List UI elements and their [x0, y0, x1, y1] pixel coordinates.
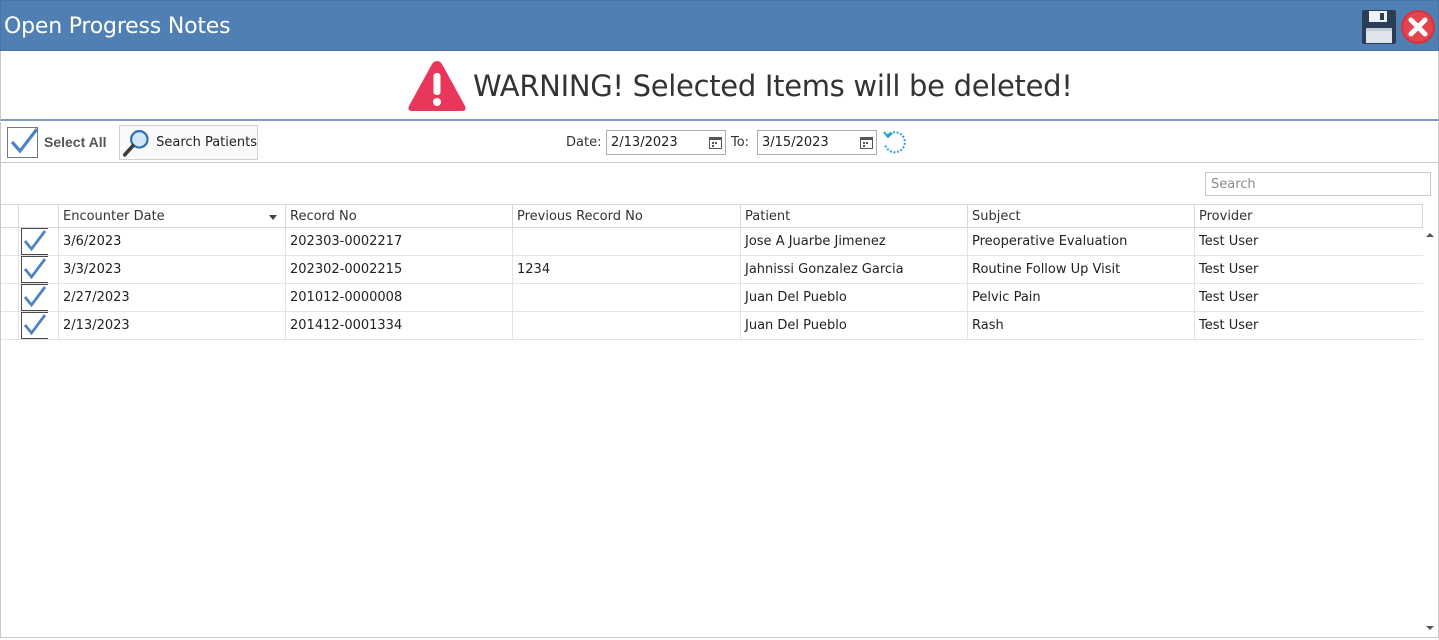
row-checkbox-cell — [19, 256, 59, 283]
cell-encounter-date: 3/6/2023 — [59, 228, 286, 255]
header-indicator-cell — [1, 205, 19, 228]
checkbox-checked-icon[interactable] — [20, 228, 48, 255]
cell-previous-record-no — [513, 228, 741, 255]
refresh-icon[interactable] — [881, 129, 909, 157]
cell-provider: Test User — [1199, 234, 1259, 249]
row-checkbox-cell — [19, 228, 59, 255]
row-indicator — [1, 312, 19, 339]
row-indicator — [1, 256, 19, 283]
title-bar: Open Progress Notes — [0, 0, 1439, 51]
row-checkbox-cell — [19, 284, 59, 311]
date-from-value: 2/13/2023 — [611, 135, 678, 150]
column-header-record-no[interactable]: Record No — [286, 205, 513, 228]
select-all-button[interactable]: Select All — [6, 125, 107, 159]
warning-banner: WARNING! Selected Items will be deleted! — [0, 51, 1439, 121]
warning-text: WARNING! Selected Items will be deleted! — [473, 69, 1073, 103]
cell-subject: Preoperative Evaluation — [968, 228, 1195, 255]
column-header-label: Record No — [290, 209, 357, 224]
column-header-provider[interactable]: Provider — [1195, 205, 1423, 228]
floppy-disk-icon[interactable] — [1361, 9, 1397, 45]
checkbox-checked-icon[interactable] — [20, 312, 48, 339]
checkbox-checked-icon — [7, 127, 39, 158]
row-indicator — [1, 284, 19, 311]
cell-subject: Routine Follow Up Visit — [968, 256, 1195, 283]
checkbox-checked-icon[interactable] — [20, 256, 48, 283]
vertical-scrollbar[interactable] — [1422, 228, 1438, 638]
cell-subject: Pelvic Pain — [968, 284, 1195, 311]
column-header-subject[interactable]: Subject — [968, 205, 1195, 228]
cell-provider: Test User — [1199, 290, 1259, 305]
column-header-patient[interactable]: Patient — [741, 205, 968, 228]
cell-patient: Jahnissi Gonzalez Garcia — [741, 256, 968, 283]
warning-triangle-icon — [408, 61, 466, 111]
cell-encounter-date: 2/13/2023 — [59, 312, 286, 339]
date-to-picker[interactable]: 3/15/2023 — [757, 130, 877, 155]
date-label: Date: — [566, 135, 602, 150]
cell-patient: Juan Del Pueblo — [741, 312, 968, 339]
search-patients-button[interactable]: Search Patients — [119, 125, 258, 160]
scroll-down-arrow-icon[interactable] — [1426, 626, 1434, 630]
magnifier-icon — [122, 129, 149, 157]
column-header-encounter-date[interactable]: Encounter Date — [59, 205, 286, 228]
close-x-icon[interactable] — [1400, 9, 1436, 45]
grid-search-input[interactable] — [1205, 172, 1431, 196]
cell-previous-record-no: 1234 — [513, 256, 741, 283]
cell-provider: Test User — [1199, 318, 1259, 333]
column-header-label: Encounter Date — [63, 209, 165, 224]
calendar-icon[interactable] — [709, 136, 722, 149]
table-row[interactable]: 3/3/2023 202302-0002215 1234 Jahnissi Go… — [1, 256, 1423, 284]
cell-record-no: 202302-0002215 — [286, 256, 513, 283]
date-from-picker[interactable]: 2/13/2023 — [606, 130, 726, 155]
cell-encounter-date: 3/3/2023 — [59, 256, 286, 283]
column-header-label: Subject — [972, 209, 1021, 224]
row-indicator — [1, 228, 19, 255]
column-header-previous-record-no[interactable]: Previous Record No — [513, 205, 741, 228]
cell-record-no: 201012-0000008 — [286, 284, 513, 311]
row-checkbox-cell — [19, 312, 59, 339]
table-row[interactable]: 3/6/2023 202303-0002217 Jose A Juarbe Ji… — [1, 228, 1423, 256]
cell-patient: Juan Del Pueblo — [741, 284, 968, 311]
header-check-cell — [19, 205, 59, 228]
select-all-label: Select All — [44, 134, 107, 150]
table-row[interactable]: 2/13/2023 201412-0001334 Juan Del Pueblo… — [1, 312, 1423, 340]
date-to-value: 3/15/2023 — [762, 135, 829, 150]
cell-previous-record-no — [513, 284, 741, 311]
cell-record-no: 202303-0002217 — [286, 228, 513, 255]
scroll-up-arrow-icon[interactable] — [1426, 233, 1434, 237]
sort-descending-icon — [269, 215, 277, 220]
cell-record-no: 201412-0001334 — [286, 312, 513, 339]
column-header-label: Previous Record No — [517, 209, 643, 224]
toolbar: Select All Search Patients Date: 2/13/20… — [0, 122, 1439, 164]
grid-rows: 3/6/2023 202303-0002217 Jose A Juarbe Ji… — [1, 228, 1423, 340]
cell-subject: Rash — [968, 312, 1195, 339]
grid-header: Encounter Date Record No Previous Record… — [1, 204, 1423, 228]
cell-previous-record-no — [513, 312, 741, 339]
cell-patient: Jose A Juarbe Jimenez — [741, 228, 968, 255]
column-header-label: Patient — [745, 209, 791, 224]
calendar-icon[interactable] — [860, 136, 873, 149]
table-row[interactable]: 2/27/2023 201012-0000008 Juan Del Pueblo… — [1, 284, 1423, 312]
cell-provider: Test User — [1199, 262, 1259, 277]
cell-encounter-date: 2/27/2023 — [59, 284, 286, 311]
to-label: To: — [731, 135, 750, 150]
search-patients-label: Search Patients — [156, 135, 257, 150]
window-title: Open Progress Notes — [4, 14, 231, 39]
column-header-label: Provider — [1199, 209, 1253, 224]
notes-grid: Encounter Date Record No Previous Record… — [0, 162, 1439, 638]
checkbox-checked-icon[interactable] — [20, 284, 48, 311]
